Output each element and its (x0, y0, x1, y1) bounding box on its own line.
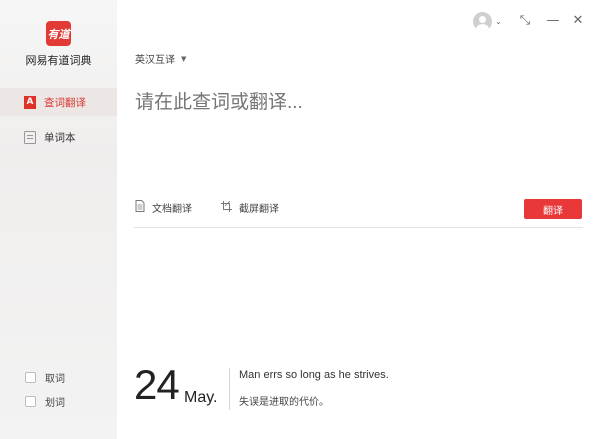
daily-month: May. (184, 389, 218, 406)
capture-word-checkbox[interactable] (25, 372, 36, 383)
sidebar-item-lookup[interactable]: A 查词翻译 (0, 88, 117, 116)
sidebar-item-label: 查词翻译 (44, 96, 86, 109)
daily-quote-zh[interactable]: 失误是进取的代价。 (239, 393, 329, 408)
select-word-toggle[interactable]: 划词 (25, 394, 65, 409)
dictionary-icon: A (24, 95, 36, 109)
document-icon (135, 200, 145, 215)
wordbook-icon (24, 130, 36, 144)
capture-word-toggle[interactable]: 取词 (25, 370, 65, 385)
sidebar: 有道 网易有道词典 A 查词翻译 单词本 取词 划词 (0, 0, 117, 439)
sidebar-item-wordbook[interactable]: 单词本 (0, 123, 117, 151)
document-translate-button[interactable]: 文档翻译 (135, 200, 192, 215)
select-word-checkbox[interactable] (25, 396, 36, 407)
avatar-icon[interactable] (473, 12, 492, 31)
close-icon[interactable]: ✕ (570, 12, 586, 28)
divider (134, 227, 583, 228)
screenshot-translate-button[interactable]: 截屏翻译 (221, 200, 279, 215)
daily-day: 24 (134, 361, 180, 408)
select-word-label: 划词 (45, 398, 65, 409)
document-translate-label: 文档翻译 (152, 204, 192, 215)
language-mode-select[interactable]: 英汉互译 ▼ (135, 51, 187, 67)
translate-button[interactable]: 翻译 (524, 199, 582, 219)
logo-text: 有道 (47, 27, 70, 41)
mini-window-icon[interactable]: ⤡ (517, 12, 533, 28)
sidebar-item-label: 单词本 (44, 131, 76, 144)
minimize-icon[interactable]: — (545, 12, 561, 28)
app-name: 网易有道词典 (25, 54, 92, 67)
crop-icon (221, 200, 232, 215)
query-input[interactable] (135, 89, 575, 117)
daily-quote-en[interactable]: Man errs so long as he strives. (239, 369, 389, 381)
screenshot-translate-label: 截屏翻译 (239, 204, 279, 215)
language-mode-label: 英汉互译 (135, 55, 175, 66)
chevron-down-icon[interactable]: ⌄ (495, 17, 502, 26)
daily-divider (229, 368, 230, 410)
capture-word-label: 取词 (45, 374, 65, 385)
caret-down-icon: ▼ (181, 54, 187, 63)
app-logo: 有道 (46, 21, 71, 46)
